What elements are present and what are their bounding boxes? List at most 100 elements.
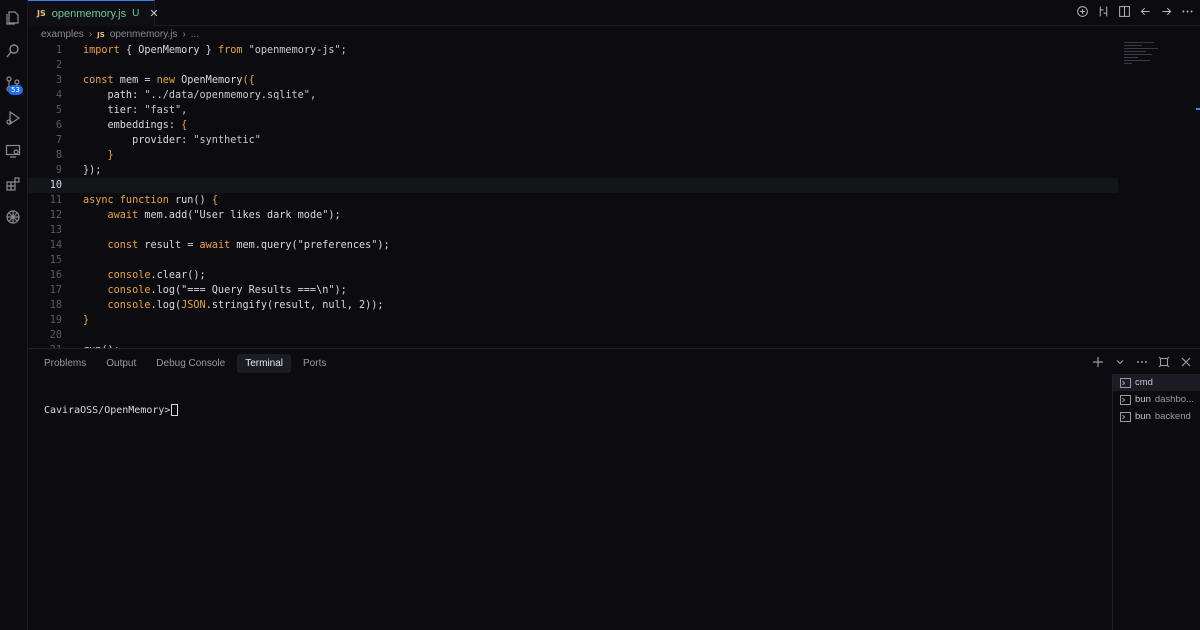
code-text: path: "../data/openmemory.sqlite",: [83, 90, 317, 101]
code-line[interactable]: 6 embeddings: {: [28, 118, 1118, 133]
code-text: const mem = new OpenMemory({: [83, 75, 255, 86]
scrollbar-marker[interactable]: [1196, 108, 1200, 110]
tab-close-icon[interactable]: ✕: [149, 7, 158, 20]
line-number: 4: [55, 90, 62, 101]
terminal-icon: [1120, 394, 1131, 405]
line-number: 13: [49, 225, 62, 236]
terminal-name: bun: [1135, 394, 1151, 405]
terminal-name: cmd: [1135, 377, 1153, 388]
code-line[interactable]: 7 provider: "synthetic": [28, 133, 1118, 148]
code-line[interactable]: 4 path: "../data/openmemory.sqlite",: [28, 88, 1118, 103]
code-text: tier: "fast",: [83, 105, 188, 116]
panel-tab-debug-console[interactable]: Debug Console: [148, 354, 233, 373]
code-line[interactable]: 18 console.log(JSON.stringify(result, nu…: [28, 298, 1118, 313]
more-actions-icon[interactable]: [1181, 5, 1194, 18]
js-file-icon: JS: [97, 30, 105, 39]
split-editor-icon[interactable]: [1118, 5, 1131, 18]
line-number: 3: [55, 75, 62, 86]
code-line[interactable]: 2: [28, 58, 1118, 73]
search-icon[interactable]: [5, 43, 21, 59]
code-text: async function run() {: [83, 195, 218, 206]
remote-explorer-icon[interactable]: [5, 143, 21, 159]
tab-openmemory-js[interactable]: JS openmemory.js U ✕: [28, 0, 159, 26]
terminal-output[interactable]: CaviraOSS/OpenMemory>: [44, 404, 179, 416]
maximize-icon[interactable]: [1158, 356, 1170, 368]
line-number: 18: [49, 300, 62, 311]
bottom-panel: Problems Output Debug Console Terminal Ports…: [28, 348, 1200, 630]
terminal-detail: backend: [1154, 411, 1191, 422]
line-number: 9: [55, 165, 62, 176]
compare-icon[interactable]: [1097, 5, 1110, 18]
arrow-right-icon[interactable]: [1160, 5, 1173, 18]
code-text: embeddings: {: [83, 120, 188, 131]
line-number: 17: [49, 285, 62, 296]
code-text: console.log("=== Query Results ===\n");: [83, 285, 347, 296]
code-line[interactable]: 17 console.log("=== Query Results ===\n"…: [28, 283, 1118, 298]
code-line[interactable]: 5 tier: "fast",: [28, 103, 1118, 118]
code-line[interactable]: 8 }: [28, 148, 1118, 163]
terminal-item[interactable]: bun backend: [1113, 408, 1200, 425]
code-text: await mem.add("User likes dark mode");: [83, 210, 341, 221]
breadcrumb-file[interactable]: openmemory.js: [110, 29, 178, 40]
code-line[interactable]: 3 const mem = new OpenMemory({: [28, 73, 1118, 88]
copilot-icon[interactable]: [1076, 5, 1089, 18]
terminal-item[interactable]: cmd: [1113, 374, 1200, 391]
breadcrumb-separator: ›: [88, 29, 93, 40]
js-file-icon: JS: [37, 9, 46, 18]
code-line[interactable]: 20: [28, 328, 1118, 343]
close-panel-icon[interactable]: [1180, 356, 1192, 368]
terminal-cursor: [171, 404, 179, 416]
editor-actions: [1076, 5, 1194, 18]
line-number: 10: [49, 180, 62, 191]
line-number: 14: [49, 240, 62, 251]
code-line[interactable]: 14 const result = await mem.query("prefe…: [28, 238, 1118, 253]
line-number: 2: [55, 60, 62, 71]
extensions-icon[interactable]: [5, 176, 21, 192]
chevron-down-icon[interactable]: [1114, 356, 1126, 368]
code-text: });: [83, 165, 102, 176]
breadcrumb-folder[interactable]: examples: [41, 29, 84, 40]
line-number: 6: [55, 120, 62, 131]
terminal-icon: [1120, 377, 1131, 388]
line-number: 12: [49, 210, 62, 221]
panel-tabs: Problems Output Debug Console Terminal Ports: [36, 354, 334, 373]
code-text: console.clear();: [83, 270, 206, 281]
run-debug-icon[interactable]: [5, 110, 21, 126]
arrow-left-icon[interactable]: [1139, 5, 1152, 18]
line-number: 8: [55, 150, 62, 161]
line-number: 7: [55, 135, 62, 146]
code-line[interactable]: 9});: [28, 163, 1118, 178]
code-line[interactable]: 15: [28, 253, 1118, 268]
code-text: provider: "synthetic": [83, 135, 261, 146]
tab-bar: JS openmemory.js U ✕: [28, 0, 1200, 26]
code-line[interactable]: 10: [28, 178, 1118, 193]
line-number: 1: [55, 45, 62, 56]
panel-tab-output[interactable]: Output: [98, 354, 144, 373]
panel-tab-ports[interactable]: Ports: [295, 354, 334, 373]
breadcrumb-separator: ›: [182, 29, 186, 40]
code-line[interactable]: 12 await mem.add("User likes dark mode")…: [28, 208, 1118, 223]
explorer-icon[interactable]: [5, 10, 21, 26]
more-icon[interactable]: [1136, 356, 1148, 368]
add-terminal-icon[interactable]: [1092, 356, 1104, 368]
panel-tab-terminal[interactable]: Terminal: [237, 354, 292, 373]
panel-actions: [1092, 356, 1192, 368]
code-line[interactable]: 11 async function run() {: [28, 193, 1118, 208]
terminal-item[interactable]: bun dashbo...: [1113, 391, 1200, 408]
breadcrumb-more[interactable]: ...: [191, 29, 199, 40]
panel-tab-problems[interactable]: Problems: [36, 354, 94, 373]
line-number: 15: [49, 255, 62, 266]
terminal-list: cmd bun dashbo... bun backend: [1112, 374, 1200, 630]
code-line[interactable]: 19}: [28, 313, 1118, 328]
minimap[interactable]: [1124, 42, 1160, 72]
code-editor[interactable]: 1 import { OpenMemory } from "openmemory-…: [28, 42, 1200, 348]
line-number: 20: [49, 330, 62, 341]
code-line[interactable]: 16 console.clear();: [28, 268, 1118, 283]
terminal-icon: [1120, 411, 1131, 422]
openai-icon[interactable]: [5, 209, 21, 225]
code-line[interactable]: 13: [28, 223, 1118, 238]
code-line[interactable]: 1 import { OpenMemory } from "openmemory-…: [28, 43, 1118, 58]
line-number: 16: [49, 270, 62, 281]
terminal-detail: dashbo...: [1154, 394, 1194, 405]
line-number: 5: [55, 105, 62, 116]
